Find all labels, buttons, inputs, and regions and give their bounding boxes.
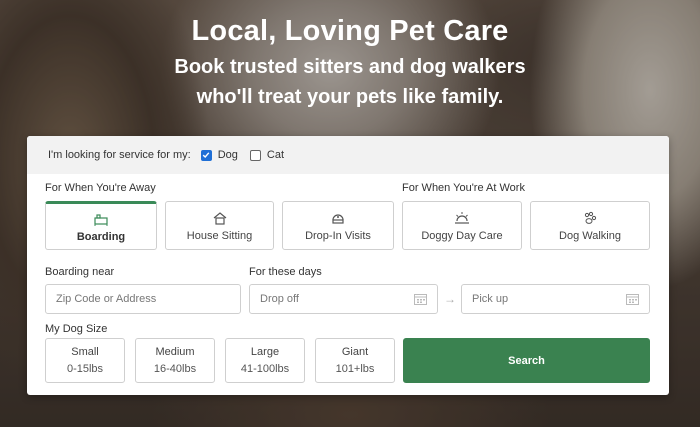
calendar-icon[interactable] (626, 293, 639, 308)
hero-subtitle-line2: who'll treat your pets like family. (196, 86, 504, 108)
service-drop-in-visits-label: Drop-In Visits (305, 229, 371, 242)
hero-subtitle-line1: Book trusted sitters and dog walkers (174, 56, 526, 78)
cat-checkbox[interactable]: Cat (249, 149, 284, 161)
service-drop-in-visits[interactable]: Drop-In Visits (282, 201, 394, 250)
size-giant-button[interactable]: Giant 101+lbs (315, 338, 395, 383)
search-card: I'm looking for service for my: Dog Cat … (27, 136, 669, 395)
dog-checkbox[interactable]: Dog (200, 149, 238, 161)
size-medium-name: Medium (155, 346, 195, 358)
service-doggy-day-care-label: Doggy Day Care (421, 229, 503, 242)
service-boarding[interactable]: Boarding (45, 201, 157, 250)
size-giant-range: 101+lbs (335, 363, 375, 375)
hero-title: Local, Loving Pet Care (191, 15, 509, 47)
service-house-sitting-label: House Sitting (186, 229, 253, 242)
size-large-name: Large (250, 346, 280, 358)
service-doggy-day-care[interactable]: Doggy Day Care (402, 201, 522, 250)
pick-up-input[interactable] (472, 293, 649, 305)
drop-off-input[interactable] (260, 293, 437, 305)
cat-checkbox-label[interactable]: Cat (267, 149, 284, 161)
location-label: Boarding near (45, 266, 115, 278)
hero: Local, Loving Pet Care Book trusted sitt… (0, 12, 700, 112)
checkbox-checked-icon[interactable] (200, 149, 212, 161)
size-giant-name: Giant (341, 346, 369, 358)
pet-selector-label: I'm looking for service for my: (48, 149, 191, 161)
location-input[interactable] (56, 293, 240, 305)
checkbox-unchecked-icon[interactable] (249, 149, 261, 161)
dog-checkbox-label[interactable]: Dog (218, 149, 238, 161)
size-large-range: 41-100lbs (240, 363, 290, 375)
drop-in-icon (330, 210, 346, 226)
size-large-button[interactable]: Large 41-100lbs (225, 338, 305, 383)
service-dog-walking-label: Dog Walking (559, 229, 621, 242)
location-field[interactable] (45, 284, 241, 314)
house-icon (212, 210, 228, 226)
calendar-icon[interactable] (414, 293, 427, 308)
service-boarding-label: Boarding (76, 230, 126, 243)
size-small-name: Small (71, 346, 99, 358)
pick-up-field[interactable] (461, 284, 650, 314)
away-section-label: For When You're Away (45, 182, 156, 194)
dates-label: For these days (249, 266, 322, 278)
size-small-button[interactable]: Small 0-15lbs (45, 338, 125, 383)
search-button[interactable]: Search (403, 338, 650, 383)
work-section-label: For When You're At Work (402, 182, 525, 194)
pet-selector: I'm looking for service for my: Dog Cat (27, 136, 669, 174)
size-small-range: 0-15lbs (66, 363, 104, 375)
paw-icon (582, 210, 598, 226)
boarding-icon (93, 211, 109, 227)
dog-size-label: My Dog Size (45, 323, 108, 335)
arrow-right-icon: → (444, 292, 456, 306)
drop-off-field[interactable] (249, 284, 438, 314)
service-dog-walking[interactable]: Dog Walking (530, 201, 650, 250)
size-medium-range: 16-40lbs (153, 363, 197, 375)
service-house-sitting[interactable]: House Sitting (165, 201, 274, 250)
sun-icon (454, 210, 470, 226)
size-medium-button[interactable]: Medium 16-40lbs (135, 338, 215, 383)
